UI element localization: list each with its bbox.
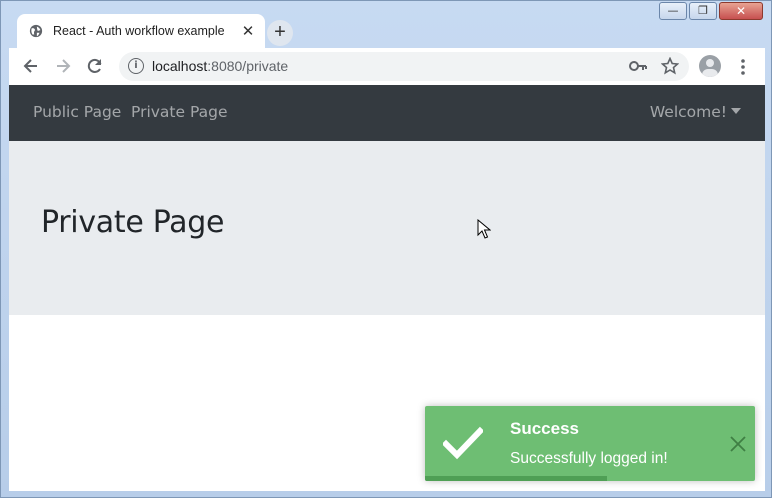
url-path: :8080/private (207, 58, 289, 74)
nav-link-public[interactable]: Public Page (33, 103, 121, 121)
browser-window: React - Auth workflow example ✕ + — ❐ ✕ … (0, 0, 772, 498)
mouse-cursor-icon (477, 219, 491, 239)
navbar: Public Page Private Page Welcome! (9, 85, 765, 141)
close-icon: ✕ (735, 4, 747, 18)
jumbotron: Private Page (9, 141, 765, 315)
address-bar[interactable]: i localhost:8080/private (119, 52, 689, 81)
window-controls: — ❐ ✕ (657, 2, 763, 20)
caret-down-icon (731, 107, 741, 114)
arrow-left-icon[interactable] (21, 56, 41, 76)
reload-icon[interactable] (85, 56, 105, 76)
toast-title: Success (510, 419, 579, 438)
key-icon[interactable] (629, 59, 647, 73)
browser-toolbar: i localhost:8080/private (9, 48, 765, 85)
toast-progress-track (425, 476, 755, 481)
tab-close-icon[interactable]: ✕ (240, 23, 256, 39)
browser-tab[interactable]: React - Auth workflow example ✕ (17, 14, 265, 48)
globe-icon (29, 24, 43, 38)
arrow-right-icon[interactable] (53, 56, 73, 76)
info-icon[interactable]: i (128, 58, 144, 74)
toast-notification[interactable]: Success Successfully logged in! (425, 406, 755, 481)
avatar-icon[interactable] (699, 55, 721, 77)
toast-progress-bar (425, 476, 607, 481)
more-vertical-icon[interactable] (735, 57, 751, 77)
close-icon[interactable] (728, 434, 748, 454)
url-text[interactable]: localhost:8080/private (152, 58, 288, 74)
maximize-icon: ❐ (698, 4, 708, 17)
check-icon (443, 426, 483, 460)
maximize-button[interactable]: ❐ (689, 2, 717, 20)
nav-link-private[interactable]: Private Page (131, 103, 228, 121)
new-tab-button[interactable]: + (267, 20, 293, 46)
welcome-dropdown[interactable]: Welcome! (650, 103, 741, 121)
minimize-icon: — (667, 4, 679, 17)
tab-title: React - Auth workflow example (53, 24, 225, 38)
close-window-button[interactable]: ✕ (719, 2, 763, 20)
toast-message: Successfully logged in! (510, 450, 668, 467)
minimize-button[interactable]: — (659, 2, 687, 20)
page-title: Private Page (41, 205, 225, 240)
welcome-label: Welcome! (649, 103, 727, 121)
star-icon[interactable] (661, 57, 679, 75)
url-host: localhost (152, 58, 208, 74)
